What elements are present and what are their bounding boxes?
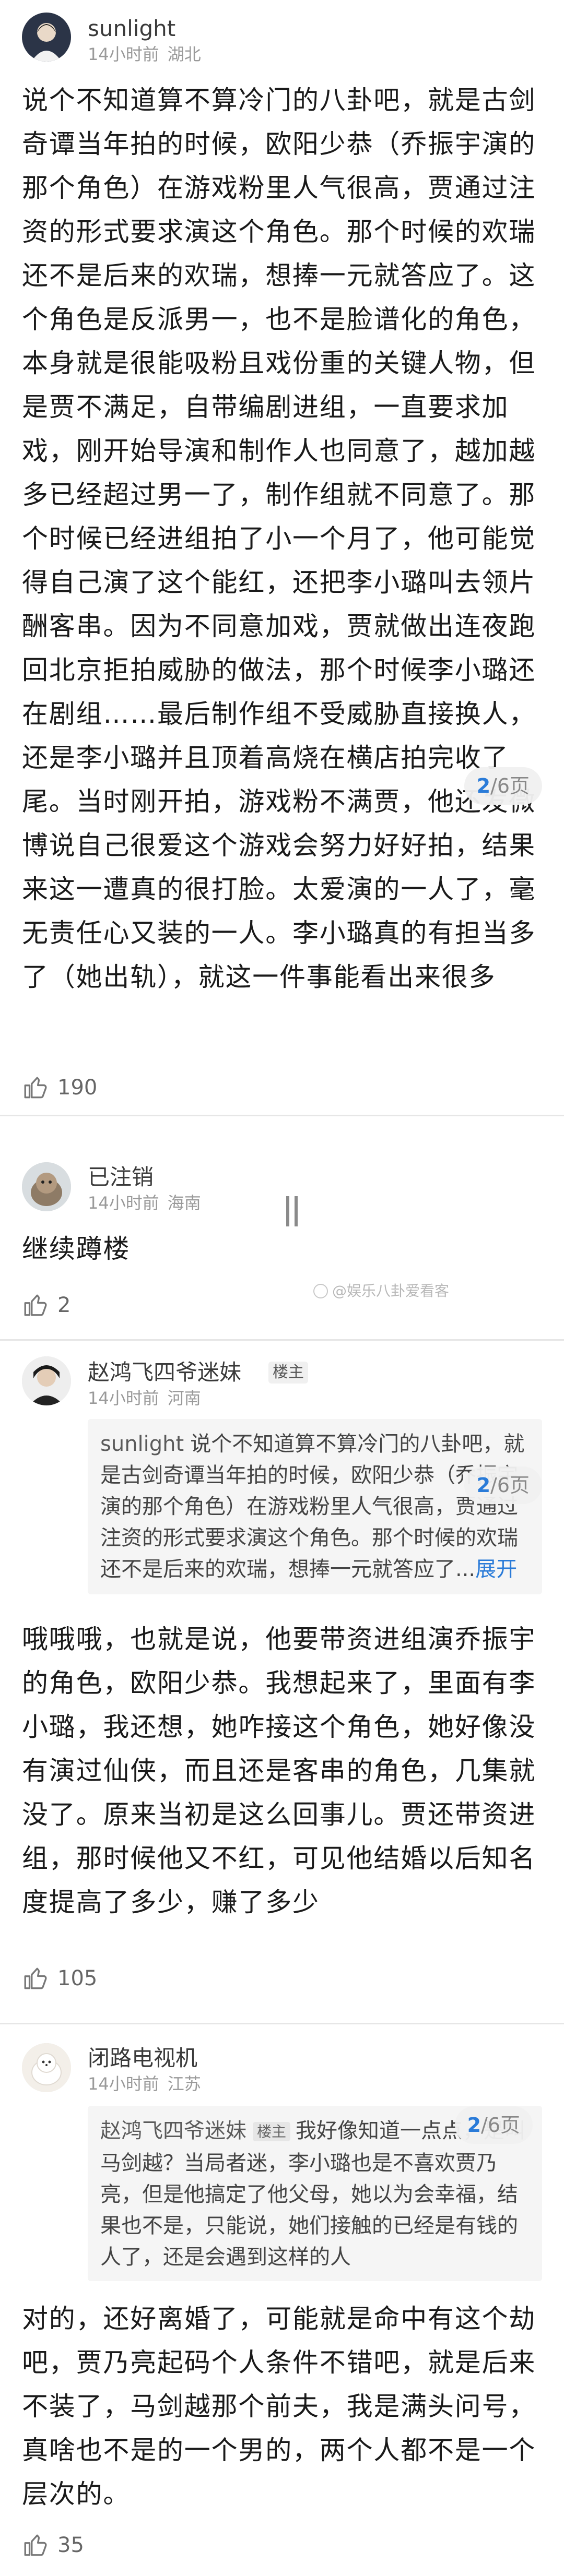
thumbs-up-icon	[24, 2534, 47, 2556]
avatar-image	[22, 1162, 71, 1211]
page-indicator[interactable]: 2/6页	[464, 1466, 542, 1504]
post-meta: 14小时前 江苏	[88, 2073, 201, 2094]
like-button[interactable]: 105	[22, 1964, 97, 1993]
username[interactable]: 闭路电视机	[88, 2045, 197, 2071]
page-indicator[interactable]: 2/6页	[464, 767, 542, 805]
like-button[interactable]: 2	[22, 1291, 70, 1320]
post-3: 赵鸿飞四爷迷妹 楼主 14小时前 河南 sunlight 说个不知道算不算冷门的八卦…	[0, 1341, 564, 2023]
owner-badge: 楼主	[268, 1362, 308, 1384]
post-time: 14小时前	[88, 2074, 159, 2094]
quote-owner-badge: 楼主	[253, 2122, 291, 2141]
quote-author[interactable]: 赵鸿飞四爷迷妹	[100, 2119, 246, 2143]
quote-author[interactable]: sunlight	[100, 1432, 184, 1456]
expand-link[interactable]: 展开	[475, 1557, 517, 1581]
weibo-icon	[313, 1284, 328, 1298]
post-content: 说个不知道算不算冷门的八卦吧，就是古剑奇谭当年拍的时候，欧阳少恭（乔振宇演的那个…	[22, 85, 536, 992]
avatar-image	[22, 2043, 71, 2092]
post-time: 14小时前	[88, 44, 159, 64]
like-count: 105	[57, 1966, 98, 1990]
post-meta: 14小时前 湖北	[88, 44, 201, 65]
text-cursor	[286, 1196, 298, 1226]
like-count: 190	[57, 1076, 98, 1100]
post-content: 继续蹲楼	[22, 1234, 131, 1264]
post-meta: 14小时前 河南	[88, 1388, 201, 1409]
thumbs-up-icon	[24, 1294, 47, 1316]
avatar[interactable]	[22, 1162, 71, 1211]
page-current: 2	[476, 774, 491, 797]
post-meta: 14小时前 海南	[88, 1192, 201, 1213]
page-total: /6页	[490, 1474, 530, 1497]
page-total: /6页	[490, 774, 530, 797]
page-total: /6页	[481, 2114, 520, 2137]
page-current: 2	[467, 2114, 481, 2137]
avatar-image	[22, 1356, 71, 1405]
username[interactable]: 已注销	[88, 1164, 154, 1190]
watermark-text: @娱乐八卦爱看客	[332, 1282, 450, 1299]
avatar[interactable]	[22, 1356, 71, 1405]
post-content: 哦哦哦，也就是说，他要带资进组演乔振宇的角色，欧阳少恭。我想起来了，里面有李小璐…	[22, 1624, 536, 1917]
quoted-reply[interactable]: sunlight 说个不知道算不算冷门的八卦吧，就是古剑奇谭当年拍的时候，欧阳少恭…	[88, 1419, 542, 1594]
post-2: 已注销 14小时前 海南 继续蹲楼 2	[0, 1116, 564, 1339]
username[interactable]: 赵鸿飞四爷迷妹	[88, 1359, 241, 1386]
like-button[interactable]: 35	[22, 2531, 84, 2560]
post-time: 14小时前	[88, 1388, 159, 1408]
watermark: @娱乐八卦爱看客	[313, 1282, 449, 1301]
thumbs-up-icon	[24, 1077, 47, 1099]
post-content: 对的，还好离婚了，可能就是命中有这个劫吧，贾乃亮起码个人条件不错吧，就是后来不装…	[22, 2304, 536, 2509]
avatar[interactable]	[22, 13, 71, 62]
post-time: 14小时前	[88, 1193, 159, 1213]
like-button[interactable]: 190	[22, 1073, 97, 1102]
post-location: 海南	[167, 1193, 201, 1213]
page-current: 2	[476, 1474, 491, 1497]
post-1: sunlight 14小时前 湖北 说个不知道算不算冷门的八卦吧，就是古剑奇谭当年…	[0, 0, 564, 1115]
thumbs-up-icon	[24, 1967, 47, 1989]
page-indicator[interactable]: 2/6页	[454, 2106, 533, 2144]
like-count: 2	[57, 1293, 71, 1317]
username[interactable]: sunlight	[88, 16, 175, 42]
like-count: 35	[57, 2533, 84, 2557]
post-location: 湖北	[167, 44, 201, 64]
post-location: 江苏	[167, 2074, 201, 2094]
post-location: 河南	[167, 1388, 201, 1408]
avatar-image	[22, 13, 71, 62]
avatar[interactable]	[22, 2043, 71, 2092]
